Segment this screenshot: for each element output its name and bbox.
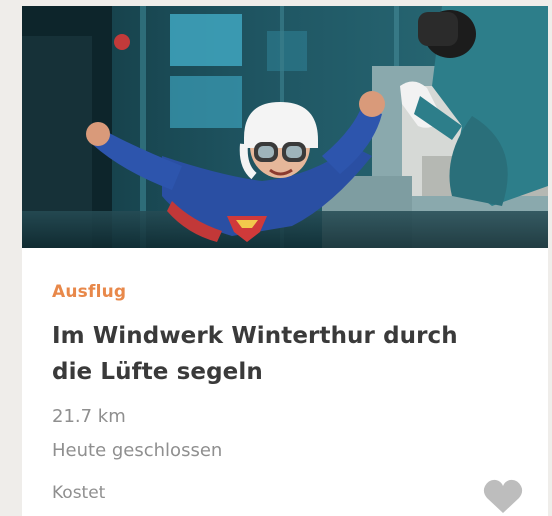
- category-label: Ausflug: [52, 282, 127, 302]
- heart-icon: [483, 479, 523, 513]
- activity-photo[interactable]: [22, 6, 548, 248]
- activity-card[interactable]: Ausflug Im Windwerk Winterthur durch die…: [22, 6, 548, 516]
- distance-text: 21.7 km: [52, 406, 126, 427]
- favorite-button[interactable]: [482, 479, 524, 515]
- price-label: Kostet: [52, 483, 106, 503]
- activity-title[interactable]: Im Windwerk Winterthur durch die Lüfte s…: [52, 318, 492, 390]
- opening-status: Heute geschlossen: [52, 440, 223, 461]
